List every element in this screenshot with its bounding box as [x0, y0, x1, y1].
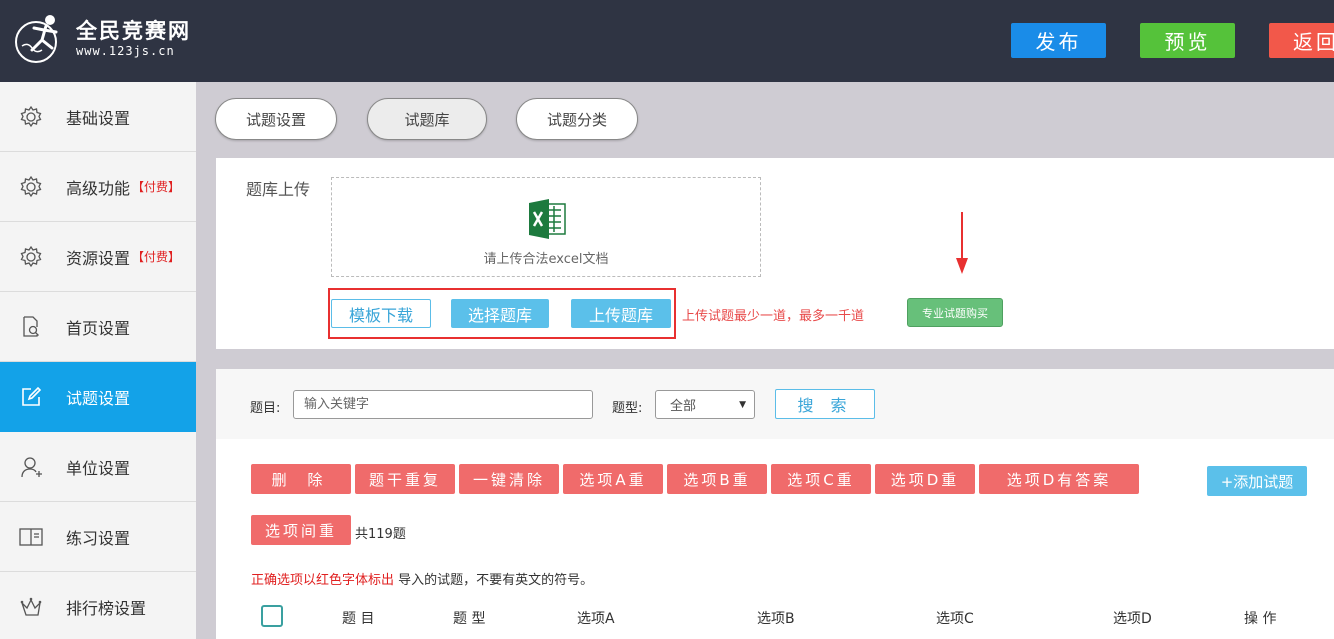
import-note: 正确选项以红色字体标出 导入的试题，不要有英文的符号。	[251, 569, 593, 588]
title-label: 题目:	[250, 401, 281, 416]
sidebar-item-advanced[interactable]: 高级功能 【付费】	[0, 152, 196, 222]
column-header-option-d: 选项D	[1113, 611, 1152, 627]
search-panel: 题目: 题型: 全部 ▼ 搜 索	[216, 369, 1334, 439]
type-label: 题型:	[612, 401, 643, 416]
column-header-title: 题 目	[342, 611, 375, 627]
column-header-actions: 操 作	[1244, 611, 1277, 627]
gear-icon	[18, 174, 44, 200]
sidebar-item-label: 高级功能	[66, 178, 131, 198]
gear-icon	[18, 104, 44, 130]
logo-title: 全民竞赛网	[76, 19, 191, 43]
column-header-option-b: 选项B	[757, 611, 795, 627]
search-button[interactable]: 搜 索	[775, 389, 875, 419]
template-download-button[interactable]: 模板下载	[331, 299, 431, 328]
sidebar: 基础设置 高级功能 【付费】 资源设置 【付费】 首页设置 试题设置 单位设置	[0, 82, 196, 639]
keyword-input[interactable]	[293, 390, 593, 419]
add-question-button[interactable]: +添加试题	[1207, 466, 1307, 496]
sidebar-item-practice-settings[interactable]: 练习设置	[0, 502, 196, 572]
sidebar-item-resources[interactable]: 资源设置 【付费】	[0, 222, 196, 292]
column-header-type: 题 型	[453, 611, 486, 627]
paid-badge: 【付费】	[132, 250, 181, 264]
logo[interactable]: 全民竞赛网 www.123js.cn	[12, 10, 191, 66]
logo-mark-icon	[15, 15, 58, 63]
upload-label: 题库上传	[246, 180, 311, 199]
duplicate-stem-button[interactable]: 题干重复	[355, 464, 455, 494]
back-button[interactable]: 返回	[1269, 23, 1334, 58]
caret-down-icon: ▼	[739, 400, 746, 410]
sidebar-item-question-settings[interactable]: 试题设置	[0, 362, 196, 432]
note-highlight: 正确选项以红色字体标出	[251, 573, 395, 588]
logo-url: www.123js.cn	[76, 44, 175, 58]
duplicate-option-d-button[interactable]: 选项D重	[875, 464, 975, 494]
duplicate-option-b-button[interactable]: 选项B重	[667, 464, 767, 494]
sidebar-item-leaderboard[interactable]: 排行榜设置	[0, 572, 196, 639]
tab-bar: 试题设置 试题库 试题分类	[215, 98, 638, 140]
arrow-down-icon	[956, 212, 968, 274]
type-select[interactable]: 全部 ▼	[655, 390, 755, 419]
table-header: 题 目 题 型 选项A 选项B 选项C 选项D 操 作	[216, 602, 1334, 632]
type-select-value: 全部	[670, 399, 697, 414]
sidebar-item-basic-settings[interactable]: 基础设置	[0, 82, 196, 152]
upload-bank-button[interactable]: 上传题库	[571, 299, 671, 328]
user-add-icon	[18, 454, 44, 480]
column-header-option-c: 选项C	[936, 611, 974, 627]
sidebar-item-label: 资源设置	[66, 248, 131, 268]
book-icon	[18, 524, 44, 550]
preview-button[interactable]: 预览	[1140, 23, 1235, 58]
sidebar-item-label: 首页设置	[66, 318, 131, 338]
question-list-panel: 删 除 题干重复 一键清除 选项A重 选项B重 选项C重 选项D重 选项D有答案…	[216, 439, 1334, 639]
select-all-checkbox[interactable]	[261, 605, 283, 627]
sidebar-item-label: 单位设置	[66, 458, 131, 478]
publish-button[interactable]: 发布	[1011, 23, 1106, 58]
duplicate-between-options-button[interactable]: 选项间重	[251, 515, 351, 545]
option-d-has-answer-button[interactable]: 选项D有答案	[979, 464, 1139, 494]
tab-question-settings[interactable]: 试题设置	[215, 98, 337, 140]
tab-question-bank[interactable]: 试题库	[367, 98, 487, 140]
gear-icon	[18, 244, 44, 270]
top-header: 全民竞赛网 www.123js.cn 发布 预览 返回	[0, 0, 1334, 82]
sidebar-item-label: 排行榜设置	[66, 598, 147, 618]
upload-panel: 题库上传 请上传合法excel文档 模板下载 选择题库 上传题库 上传试题最少一…	[216, 158, 1334, 349]
duplicate-option-c-button[interactable]: 选项C重	[771, 464, 871, 494]
column-header-option-a: 选项A	[577, 611, 615, 627]
tab-question-category[interactable]: 试题分类	[516, 98, 638, 140]
duplicate-option-a-button[interactable]: 选项A重	[563, 464, 663, 494]
question-count: 共119题	[355, 527, 406, 542]
sidebar-item-unit-settings[interactable]: 单位设置	[0, 432, 196, 502]
document-search-icon	[18, 314, 44, 340]
excel-file-icon	[529, 199, 566, 239]
upload-dropzone[interactable]: 请上传合法excel文档	[331, 177, 761, 277]
sidebar-item-label: 试题设置	[66, 388, 131, 408]
delete-button[interactable]: 删 除	[251, 464, 351, 494]
choose-bank-button[interactable]: 选择题库	[451, 299, 549, 328]
sidebar-item-label: 练习设置	[66, 528, 131, 548]
clear-all-button[interactable]: 一键清除	[459, 464, 559, 494]
note-text: 导入的试题，不要有英文的符号。	[394, 573, 594, 588]
upload-tip: 上传试题最少一道，最多一千道	[682, 309, 865, 324]
paid-badge: 【付费】	[132, 180, 181, 194]
sidebar-item-homepage[interactable]: 首页设置	[0, 292, 196, 362]
sidebar-item-label: 基础设置	[66, 108, 131, 128]
dropzone-text: 请上传合法excel文档	[483, 252, 609, 267]
buy-questions-button[interactable]: 专业试题购买	[907, 298, 1003, 327]
crown-icon	[18, 594, 44, 620]
edit-icon	[18, 384, 44, 410]
